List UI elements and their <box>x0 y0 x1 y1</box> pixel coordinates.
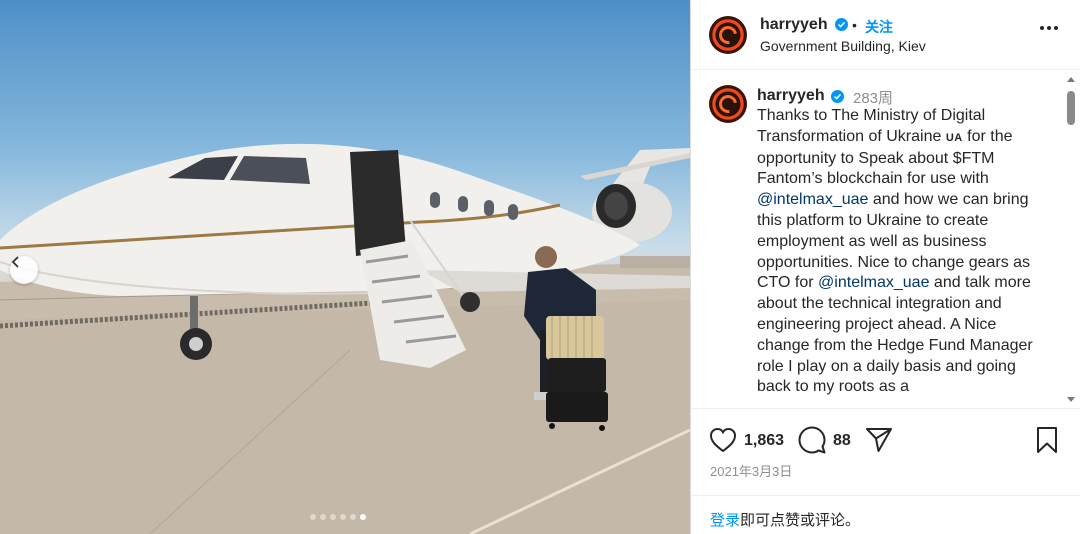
follow-button[interactable]: 关注 <box>865 17 893 37</box>
ua-flag-label: UA <box>945 131 963 144</box>
mention-link[interactable]: @intelmax_uae <box>757 191 868 208</box>
photo-scene <box>0 143 690 534</box>
post-header: harryyeh • 关注 Government Building, Kiev <box>691 0 1080 70</box>
location-link[interactable]: Government Building, Kiev <box>760 38 926 54</box>
comment-icon[interactable] <box>798 426 826 454</box>
mention-link[interactable]: @intelmax_uae <box>818 274 929 291</box>
carousel-dot <box>320 514 326 520</box>
carousel-dot <box>350 514 356 520</box>
scroll-up-arrow-icon[interactable] <box>1067 77 1075 82</box>
divider <box>691 495 1080 496</box>
share-icon[interactable] <box>865 427 893 453</box>
more-options-icon[interactable] <box>1040 26 1058 30</box>
like-count[interactable]: 1,863 <box>744 432 784 450</box>
scroll-thumb[interactable] <box>1067 91 1075 125</box>
login-link[interactable]: 登录 <box>710 512 740 529</box>
carousel-dot-active <box>360 514 366 520</box>
login-prompt-text: 即可点赞或评论。 <box>740 512 861 529</box>
caption-text: Thanks to The Ministry of Digital Transf… <box>757 106 1047 398</box>
caption-segment: and talk more about the technical integr… <box>757 274 1033 396</box>
post-age: 283周 <box>853 90 894 107</box>
caption-avatar[interactable] <box>709 85 747 123</box>
carousel-indicator <box>310 514 366 520</box>
verified-badge-icon <box>831 90 844 103</box>
avatar[interactable] <box>709 16 747 54</box>
carousel-dot <box>310 514 316 520</box>
bookmark-icon[interactable] <box>1035 426 1059 454</box>
post-photo[interactable] <box>0 0 690 534</box>
username-link[interactable]: harryyeh <box>760 16 828 34</box>
caption-area: harryyeh 283周 Thanks to The Ministry of … <box>691 71 1080 408</box>
caption-username-link[interactable]: harryyeh <box>757 87 825 105</box>
heart-icon[interactable] <box>709 427 737 453</box>
post-sidebar: harryyeh • 关注 Government Building, Kiev … <box>690 0 1080 534</box>
carousel-prev-button[interactable] <box>10 256 38 284</box>
scroll-down-arrow-icon[interactable] <box>1067 397 1075 402</box>
verified-badge-icon <box>835 18 848 31</box>
chevron-left-icon <box>11 256 19 268</box>
carousel-dot <box>340 514 346 520</box>
post-actions: 1,863 88 2021年3月3日 登录即可点赞或评论。 <box>691 408 1080 534</box>
comment-count[interactable]: 88 <box>833 432 851 450</box>
carousel-dot <box>330 514 336 520</box>
login-prompt: 登录即可点赞或评论。 <box>710 509 860 530</box>
post-date: 2021年3月3日 <box>710 464 793 479</box>
caption-scrollbar[interactable] <box>1066 71 1076 408</box>
separator-dot: • <box>852 17 857 33</box>
